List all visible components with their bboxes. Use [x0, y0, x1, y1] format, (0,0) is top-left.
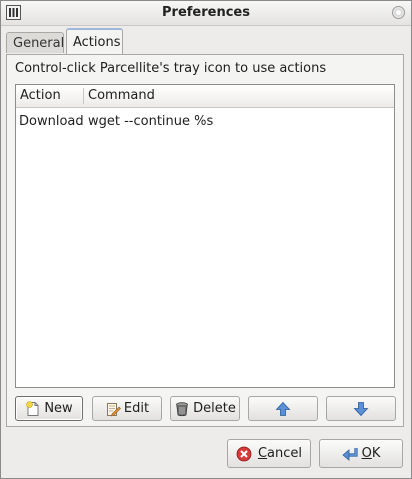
window-title: Preferences — [162, 5, 250, 20]
actions-list[interactable]: Action Command Download wget --continue … — [15, 84, 395, 388]
ok-mnemonic: O — [361, 446, 372, 461]
cancel-button-label: Cancel — [258, 446, 302, 461]
preferences-window: Preferences General Actions Control-clic… — [0, 0, 412, 479]
cell-action[interactable]: Download — [19, 114, 84, 129]
edit-action-button[interactable]: Edit — [92, 396, 162, 421]
column-separator — [83, 88, 84, 104]
delete-button-label: Delete — [193, 401, 236, 416]
move-down-button[interactable] — [326, 396, 396, 421]
tab-bar: General Actions — [6, 27, 406, 55]
list-header: Action Command — [16, 85, 394, 108]
cancel-label-rest: ancel — [267, 446, 303, 461]
actions-hint: Control-click Parcellite's tray icon to … — [15, 61, 327, 76]
new-action-button[interactable]: New — [15, 396, 83, 421]
column-header-action[interactable]: Action — [20, 88, 61, 103]
cancel-icon — [236, 446, 252, 461]
tab-general[interactable]: General — [6, 32, 64, 53]
ok-button[interactable]: OK — [319, 439, 403, 468]
close-window-button[interactable] — [392, 6, 405, 19]
down-arrow-icon — [353, 401, 369, 416]
delete-action-button[interactable]: Delete — [170, 396, 240, 421]
ok-return-icon — [341, 447, 358, 461]
actions-panel: Control-click Parcellite's tray icon to … — [6, 54, 404, 427]
cancel-mnemonic: C — [257, 446, 268, 461]
cell-command[interactable]: wget --continue %s — [88, 114, 213, 129]
cancel-button[interactable]: Cancel — [227, 439, 311, 468]
title-bar: Preferences — [1, 1, 411, 26]
new-document-icon — [26, 400, 39, 416]
tab-actions[interactable]: Actions — [66, 28, 123, 54]
edit-document-icon — [106, 402, 121, 416]
up-arrow-icon — [275, 401, 291, 416]
new-button-label: New — [44, 401, 73, 416]
ok-label-rest: K — [371, 446, 381, 461]
trash-icon — [176, 401, 189, 416]
table-row[interactable]: Download wget --continue %s — [16, 112, 394, 132]
ok-button-label: OK — [362, 446, 381, 461]
column-header-command[interactable]: Command — [88, 88, 155, 103]
edit-button-label: Edit — [123, 401, 150, 416]
move-up-button[interactable] — [248, 396, 318, 421]
